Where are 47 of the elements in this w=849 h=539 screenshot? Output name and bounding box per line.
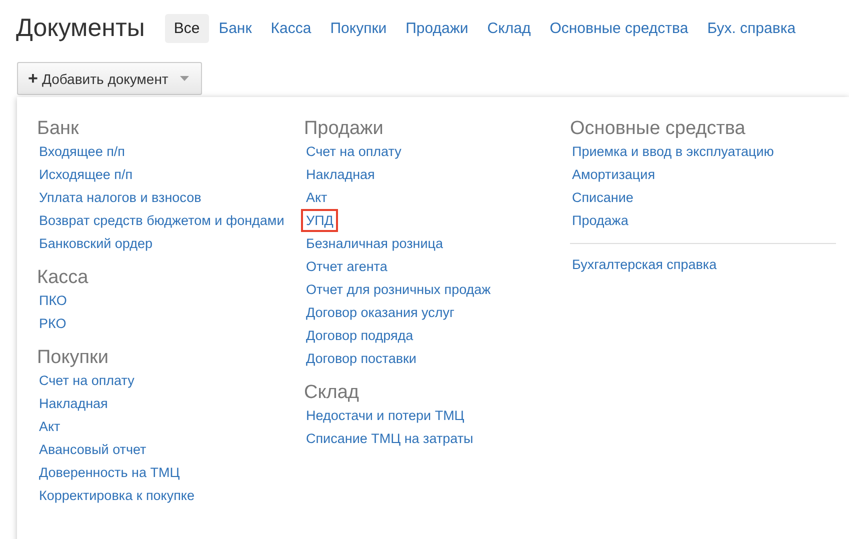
menu-link[interactable]: Акт	[34, 415, 66, 438]
menu-link[interactable]: Договор поставки	[301, 347, 422, 370]
tab[interactable]: Бух. справка	[698, 14, 805, 43]
tab[interactable]: Основные средства	[540, 14, 698, 43]
tab[interactable]: Продажи	[396, 14, 478, 43]
menu-link[interactable]: Входящее п/п	[34, 140, 130, 163]
section-heading: Основные средства	[570, 118, 746, 140]
menu-link[interactable]: Счет на оплату	[34, 369, 140, 392]
section-heading: Касса	[37, 267, 90, 289]
menu-link[interactable]: Договор оказания услуг	[301, 301, 460, 324]
menu-link[interactable]: Недостачи и потери ТМЦ	[301, 404, 470, 427]
menu-link[interactable]: Отчет для розничных продаж	[301, 278, 496, 301]
menu-link[interactable]: Амортизация	[567, 163, 660, 186]
menu-link[interactable]: Накладная	[34, 392, 113, 415]
tab[interactable]: Склад	[478, 14, 540, 43]
menu-link[interactable]: Уплата налогов и взносов	[34, 186, 206, 209]
menu-link[interactable]: Списание ТМЦ на затраты	[301, 427, 478, 450]
menu-link[interactable]: Отчет агента	[301, 255, 392, 278]
tab[interactable]: Все	[164, 14, 209, 43]
add-document-button[interactable]: + Добавить документ	[17, 62, 202, 95]
menu-link[interactable]: Авансовый отчет	[34, 438, 152, 461]
menu-link[interactable]: Продажа	[567, 209, 634, 232]
tab[interactable]: Касса	[262, 14, 320, 43]
menu-link[interactable]: РКО	[34, 312, 72, 335]
menu-link[interactable]: Исходящее п/п	[34, 163, 138, 186]
tab[interactable]: Покупки	[321, 14, 396, 43]
menu-link[interactable]: УПД	[301, 209, 338, 232]
section-heading: Банк	[37, 118, 80, 140]
menu-link[interactable]: Возврат средств бюджетом и фондами	[34, 209, 290, 232]
menu-link[interactable]: Корректировка к покупке	[34, 484, 200, 507]
tab[interactable]: Банк	[210, 14, 261, 43]
menu-link[interactable]: Бухгалтерская справка	[567, 253, 722, 276]
menu-link[interactable]: Списание	[567, 186, 638, 209]
menu-link[interactable]: Накладная	[301, 163, 380, 186]
menu-link[interactable]: Счет на оплату	[301, 140, 406, 163]
menu-link[interactable]: Безналичная розница	[301, 232, 448, 255]
section-heading: Покупки	[37, 347, 110, 369]
menu-link[interactable]: Банковский ордер	[34, 232, 158, 255]
menu-link[interactable]: ПКО	[34, 289, 72, 312]
menu-link[interactable]: Акт	[301, 186, 332, 209]
menu-link[interactable]: Доверенность на ТМЦ	[34, 461, 185, 484]
menu-link[interactable]: Договор подряда	[301, 324, 418, 347]
page-title: Документы	[16, 14, 145, 43]
caret-icon	[180, 76, 190, 81]
section-heading: Продажи	[304, 118, 384, 140]
section-heading: Склад	[304, 382, 360, 404]
menu-link[interactable]: Приемка и ввод в эксплуатацию	[567, 140, 779, 163]
